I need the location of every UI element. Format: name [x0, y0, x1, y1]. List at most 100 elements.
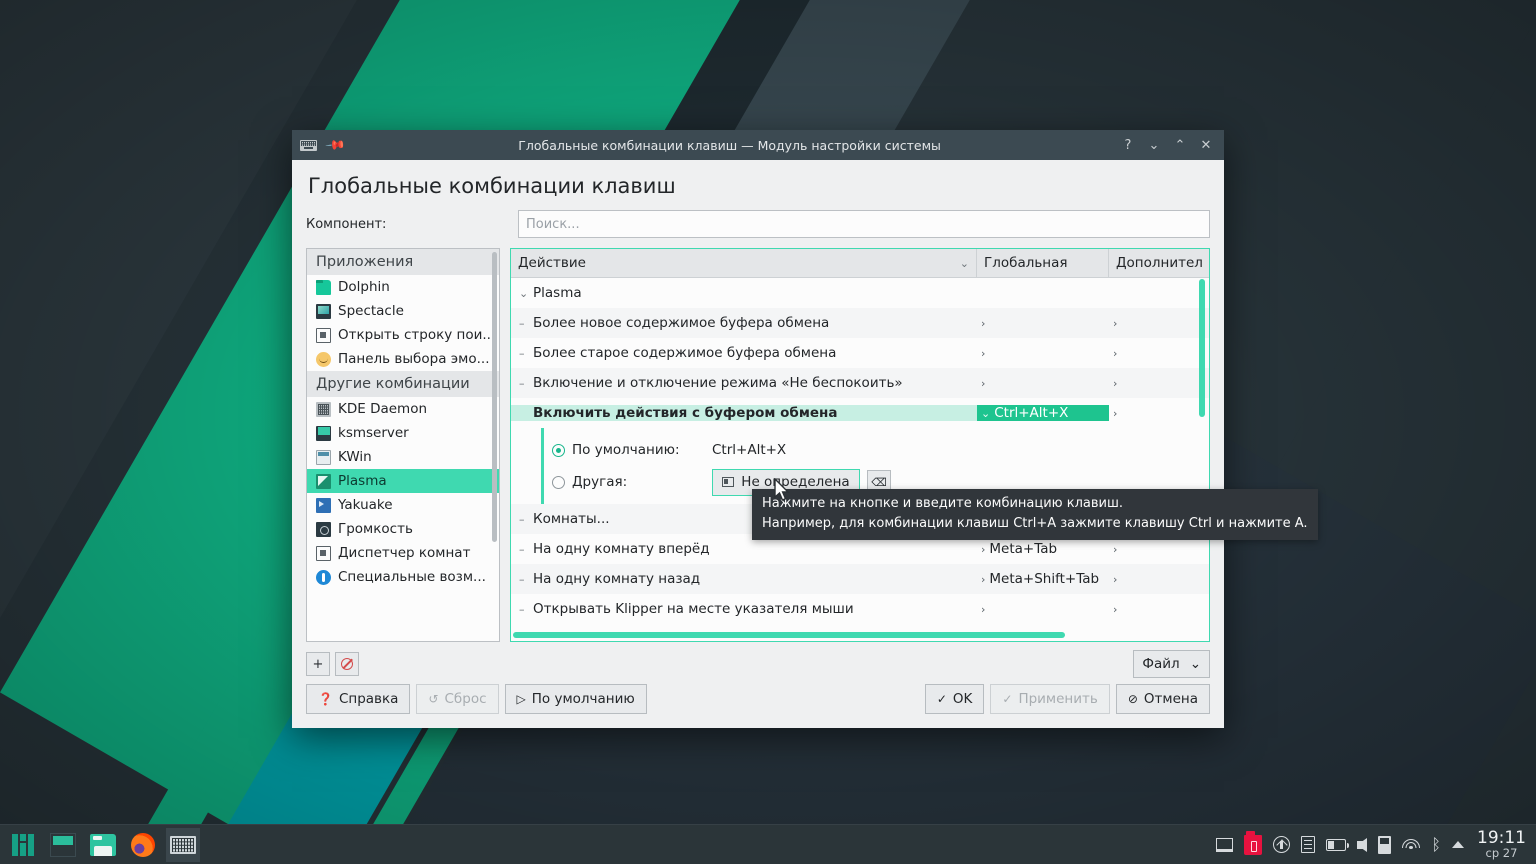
reset-button[interactable]: ↺ Сброс: [416, 684, 498, 714]
help-button[interactable]: ?: [1116, 134, 1140, 156]
system-settings-window: 📌 Глобальные комбинации клавиш — Модуль …: [292, 130, 1224, 728]
help-icon: ❓: [318, 692, 333, 706]
sidebar-item-ksmserver[interactable]: ksmserver: [307, 421, 499, 445]
dolphin-file-manager-icon[interactable]: [86, 828, 120, 862]
updates-icon[interactable]: [1273, 836, 1290, 853]
table-cell-global[interactable]: ›: [977, 603, 1109, 616]
tooltip-line-2: Например, для комбинации клавиш Ctrl+A з…: [762, 514, 1308, 534]
table-row-selected[interactable]: Включить действия с буфером обмена ⌄ Ctr…: [511, 398, 1209, 428]
custom-label: Другая:: [572, 474, 712, 490]
kded-icon: [316, 402, 331, 417]
wifi-icon[interactable]: [1402, 838, 1420, 852]
table-group-row[interactable]: ⌄ Plasma: [511, 278, 1209, 308]
window-titlebar[interactable]: 📌 Глобальные комбинации клавиш — Модуль …: [292, 130, 1224, 160]
minimize-all-icon[interactable]: [1216, 838, 1233, 852]
close-button[interactable]: ✕: [1194, 134, 1218, 156]
table-cell-extra[interactable]: ›: [1109, 573, 1209, 586]
defaults-button[interactable]: ▷ По умолчанию: [505, 684, 647, 714]
sidebar-item-label: ksmserver: [338, 425, 409, 441]
keyboard-shortcut-icon: [722, 477, 734, 487]
default-radio[interactable]: [552, 444, 565, 457]
custom-radio[interactable]: [552, 476, 565, 489]
component-list[interactable]: Приложения Dolphin Spectacle Открыть стр…: [307, 249, 499, 641]
table-row[interactable]: – Более новое содержимое буфера обмена ›…: [511, 308, 1209, 338]
chevron-down-icon[interactable]: ⌄: [519, 287, 529, 300]
column-header-global[interactable]: Глобальная: [977, 249, 1109, 277]
table-vertical-scrollbar[interactable]: [1199, 279, 1205, 417]
minimize-button[interactable]: ⌄: [1142, 134, 1166, 156]
tree-branch-icon: –: [519, 347, 529, 360]
add-shortcut-button[interactable]: +: [306, 652, 330, 676]
file-menu-button[interactable]: Файл ⌄: [1133, 650, 1210, 678]
sidebar-item-label: Yakuake: [338, 497, 393, 513]
table-horizontal-scrollbar[interactable]: [513, 632, 1065, 638]
chevron-down-icon: ⌄: [981, 407, 990, 420]
sidebar-scrollbar[interactable]: [492, 252, 497, 542]
sidebar-item-kde-daemon[interactable]: KDE Daemon: [307, 397, 499, 421]
sidebar-item-label: Spectacle: [338, 303, 404, 319]
column-header-action[interactable]: Действие ⌄: [511, 249, 977, 277]
block-shortcut-button[interactable]: [335, 652, 359, 676]
sidebar-item-spectacle[interactable]: Spectacle: [307, 299, 499, 323]
sidebar-item-plasma[interactable]: Plasma: [307, 469, 499, 493]
table-row[interactable]: – Открывать Klipper на месте указателя м…: [511, 594, 1209, 624]
rooms-manager-icon: [316, 546, 331, 561]
tree-branch-icon: –: [519, 513, 529, 526]
defaults-icon: ▷: [517, 692, 526, 706]
sidebar-item-accessibility[interactable]: Специальные возм...: [307, 565, 499, 589]
clipboard-icon[interactable]: [1301, 836, 1315, 853]
terminal-icon[interactable]: [46, 828, 80, 862]
table-row[interactable]: – На одну комнату назад › Meta+Shift+Tab…: [511, 564, 1209, 594]
battery-icon[interactable]: [1326, 839, 1346, 851]
search-input[interactable]: [518, 210, 1210, 238]
sidebar-item-emoji[interactable]: Панель выбора эмо...: [307, 347, 499, 371]
table-cell-global[interactable]: ›: [977, 317, 1109, 330]
table-cell-global[interactable]: ›: [977, 377, 1109, 390]
table-cell-action: Включение и отключение режима «Не беспок…: [533, 375, 903, 391]
tooltip-line-1: Нажмите на кнопке и введите комбинацию к…: [762, 494, 1308, 514]
sidebar-item-volume[interactable]: Громкость: [307, 517, 499, 541]
show-hidden-icon[interactable]: [1452, 841, 1464, 848]
sidebar-item-krunner[interactable]: Открыть строку пои...: [307, 323, 499, 347]
sidebar-item-label: KDE Daemon: [338, 401, 427, 417]
sidebar-item-rooms-manager[interactable]: Диспетчер комнат: [307, 541, 499, 565]
ok-button[interactable]: ✓ OK: [925, 684, 985, 714]
table-cell-global[interactable]: › Meta+Tab: [977, 541, 1109, 557]
table-cell-extra[interactable]: ›: [1109, 543, 1209, 556]
column-header-extra[interactable]: Дополнител: [1109, 249, 1209, 277]
table-cell-global[interactable]: ›: [977, 347, 1109, 360]
trash-icon[interactable]: [1244, 835, 1262, 855]
clock[interactable]: 19:11 ср 27: [1475, 830, 1526, 860]
sidebar-item-yakuake[interactable]: Yakuake: [307, 493, 499, 517]
firefox-icon[interactable]: [126, 828, 160, 862]
volume-icon[interactable]: [1357, 838, 1367, 852]
table-cell-extra[interactable]: ›: [1109, 377, 1209, 390]
undo-icon: ↺: [428, 692, 438, 706]
table-cell-extra[interactable]: ›: [1109, 603, 1209, 616]
sidebar-item-dolphin[interactable]: Dolphin: [307, 275, 499, 299]
sidebar-item-kwin[interactable]: KWin: [307, 445, 499, 469]
table-cell-global[interactable]: ⌄ Ctrl+Alt+X: [977, 405, 1109, 421]
cancel-button[interactable]: ⊘ Отмена: [1116, 684, 1210, 714]
maximize-button[interactable]: ⌃: [1168, 134, 1192, 156]
usb-icon[interactable]: [1378, 836, 1391, 854]
help-button[interactable]: ❓ Справка: [306, 684, 410, 714]
column-header-action-label: Действие: [518, 255, 586, 271]
table-cell-extra[interactable]: ›: [1109, 347, 1209, 360]
apply-button[interactable]: ✓ Применить: [990, 684, 1109, 714]
dialog-button-bar: ❓ Справка ↺ Сброс ▷ По умолчанию ✓ OK ✓ …: [306, 684, 1210, 728]
table-cell-global[interactable]: › Meta+Shift+Tab: [977, 571, 1109, 587]
table-row[interactable]: – Включение и отключение режима «Не бесп…: [511, 368, 1209, 398]
reset-button-label: Сброс: [445, 691, 487, 707]
shortcuts-table-body[interactable]: ⌄ Plasma – Более новое содержимое буфера…: [511, 278, 1209, 641]
table-cell-extra[interactable]: ›: [1109, 407, 1209, 420]
forbidden-icon: [341, 658, 353, 670]
bluetooth-icon[interactable]: ᛒ: [1431, 837, 1441, 853]
table-cell-extra[interactable]: ›: [1109, 317, 1209, 330]
table-row[interactable]: – Более старое содержимое буфера обмена …: [511, 338, 1209, 368]
shortcut-capture-tooltip: Нажмите на кнопке и введите комбинацию к…: [752, 489, 1318, 540]
manjaro-menu-icon[interactable]: [6, 828, 40, 862]
tree-branch-icon: –: [519, 573, 529, 586]
default-shortcut-row[interactable]: По умолчанию: Ctrl+Alt+X: [552, 434, 1209, 466]
keyboard-settings-icon[interactable]: [166, 828, 200, 862]
